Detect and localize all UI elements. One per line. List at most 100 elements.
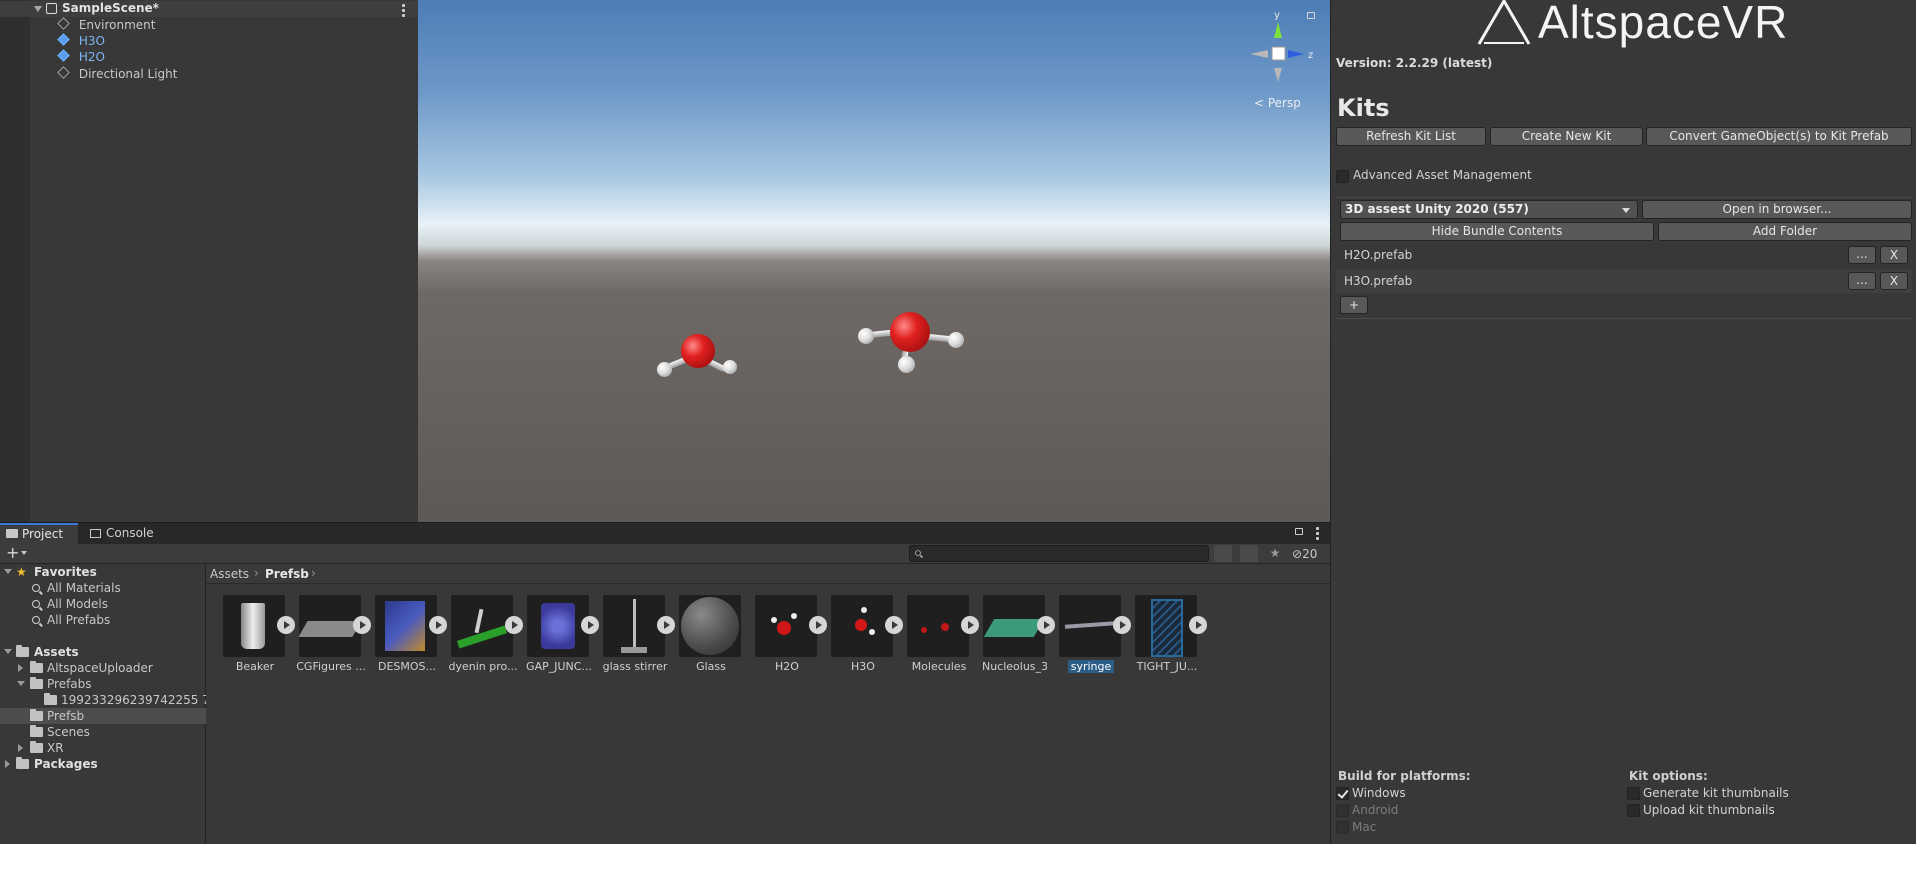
expand-play-icon[interactable]	[961, 616, 979, 634]
tree-label: All Materials	[47, 581, 121, 595]
tree-altspaceuploader[interactable]: AltspaceUploader	[0, 660, 206, 676]
fold-right-icon[interactable]	[18, 744, 23, 752]
more-vertical-icon[interactable]	[1316, 527, 1319, 542]
expand-play-icon[interactable]	[277, 616, 295, 634]
add-folder-button[interactable]: Add Folder	[1658, 222, 1912, 241]
star-icon: ★	[16, 565, 27, 579]
upload-thumbnails-label: Upload kit thumbnails	[1643, 803, 1775, 817]
expand-play-icon[interactable]	[1037, 616, 1055, 634]
windows-checkbox[interactable]	[1336, 787, 1349, 800]
lock-icon[interactable]	[1307, 12, 1315, 19]
advanced-asset-management-checkbox[interactable]	[1336, 170, 1349, 183]
tab-label: Project	[22, 527, 64, 541]
tree-scenes[interactable]: Scenes	[0, 724, 206, 740]
fold-right-icon[interactable]	[18, 664, 23, 672]
breadcrumb-prefsb[interactable]: Prefsb	[265, 567, 309, 581]
prefab-remove-button[interactable]: X	[1880, 272, 1908, 290]
folder-icon	[30, 725, 43, 737]
tree-numbered-folder[interactable]: 199233296239742255 7_3	[0, 692, 206, 708]
tree-all-prefabs[interactable]: All Prefabs	[0, 612, 206, 628]
breadcrumb-assets[interactable]: Assets	[210, 567, 249, 581]
projection-toggle[interactable]: < Persp	[1254, 96, 1301, 110]
tree-all-materials[interactable]: All Materials	[0, 580, 206, 596]
asset-label: CGFigures ...	[296, 660, 366, 673]
project-search-input[interactable]	[909, 545, 1209, 562]
asset-thumbnail	[603, 595, 665, 657]
generate-thumbnails-checkbox[interactable]	[1627, 787, 1640, 800]
expand-play-icon[interactable]	[505, 616, 523, 634]
expand-play-icon[interactable]	[885, 616, 903, 634]
h3o-molecule[interactable]	[858, 310, 978, 380]
search-by-type-icon[interactable]	[1214, 545, 1232, 562]
hierarchy-item-label: H2O	[78, 50, 105, 64]
oxygen-atom	[681, 334, 715, 368]
fold-down-icon[interactable]	[34, 6, 42, 12]
tree-prefabs[interactable]: Prefabs	[0, 676, 206, 692]
tree-assets[interactable]: Assets	[0, 644, 206, 660]
create-new-kit-button[interactable]: Create New Kit	[1490, 127, 1643, 146]
scene-view[interactable]	[418, 0, 1330, 522]
hide-bundle-contents-button[interactable]: Hide Bundle Contents	[1340, 222, 1654, 241]
tree-xr[interactable]: XR	[0, 740, 206, 756]
prefab-row: H3O.prefab ... X	[1336, 269, 1912, 293]
chevron-down-icon[interactable]	[21, 551, 27, 555]
expand-play-icon[interactable]	[1189, 616, 1207, 634]
prefab-options-button[interactable]: ...	[1848, 272, 1876, 290]
more-vertical-icon[interactable]	[402, 4, 405, 19]
fold-down-icon[interactable]	[4, 569, 12, 574]
generate-thumbnails-label: Generate kit thumbnails	[1643, 786, 1789, 800]
hydrogen-atom	[657, 362, 672, 377]
advanced-asset-management-label: Advanced Asset Management	[1353, 168, 1532, 182]
hierarchy-item-environment[interactable]: Environment	[57, 17, 156, 33]
expand-play-icon[interactable]	[429, 616, 447, 634]
scene-header-row[interactable]: SampleScene*	[0, 1, 418, 17]
hydrogen-atom	[898, 356, 915, 373]
asset-thumbnail	[451, 595, 513, 657]
tree-all-models[interactable]: All Models	[0, 596, 206, 612]
fold-right-icon[interactable]	[5, 760, 10, 768]
breadcrumb: Assets › Prefsb ›	[206, 564, 1330, 584]
hierarchy-item-h3o[interactable]: H3O	[57, 33, 105, 49]
tree-prefsb[interactable]: Prefsb	[0, 708, 206, 724]
expand-play-icon[interactable]	[353, 616, 371, 634]
tree-packages[interactable]: Packages	[0, 756, 206, 772]
hierarchy-gutter	[0, 0, 30, 522]
folder-icon	[16, 757, 29, 769]
kit-select-dropdown[interactable]: 3D assest Unity 2020 (557)	[1340, 200, 1638, 219]
expand-play-icon[interactable]	[809, 616, 827, 634]
tree-label: All Models	[47, 597, 108, 611]
fold-down-icon[interactable]	[4, 649, 12, 654]
fold-down-icon[interactable]	[17, 681, 25, 686]
tab-project[interactable]: Project	[0, 523, 78, 544]
prefab-remove-button[interactable]: X	[1880, 246, 1908, 264]
favorite-star-icon[interactable]: ★	[1266, 545, 1284, 562]
android-checkbox[interactable]	[1336, 804, 1349, 817]
tree-favorites[interactable]: ★ Favorites	[0, 564, 206, 580]
convert-to-kit-prefab-button[interactable]: Convert GameObject(s) to Kit Prefab	[1646, 127, 1912, 146]
refresh-kit-list-button[interactable]: Refresh Kit List	[1336, 127, 1486, 146]
add-prefab-button[interactable]: +	[1340, 296, 1368, 314]
tree-label: Prefabs	[47, 677, 92, 691]
upload-thumbnails-checkbox[interactable]	[1627, 804, 1640, 817]
hierarchy-item-label: Environment	[78, 18, 156, 32]
dropdown-arrow-icon	[1622, 208, 1630, 213]
scene-orientation-gizmo[interactable]: y z	[1248, 10, 1320, 100]
open-in-browser-button[interactable]: Open in browser...	[1642, 200, 1912, 219]
lock-icon[interactable]	[1295, 528, 1303, 535]
hidden-packages-toggle[interactable]: ⊘20	[1292, 546, 1317, 562]
expand-play-icon[interactable]	[1113, 616, 1131, 634]
project-tab-bar	[0, 523, 1330, 544]
kits-title: Kits	[1337, 94, 1390, 122]
mac-checkbox[interactable]	[1336, 821, 1349, 834]
tab-console[interactable]: Console	[84, 523, 186, 544]
search-by-label-icon[interactable]	[1240, 545, 1258, 562]
oxygen-atom	[890, 312, 930, 352]
tree-label: Prefsb	[47, 709, 85, 723]
expand-play-icon[interactable]	[581, 616, 599, 634]
h2o-molecule[interactable]	[653, 330, 753, 380]
hierarchy-item-directional-light[interactable]: Directional Light	[57, 66, 178, 82]
create-plus-icon[interactable]: +	[6, 545, 19, 561]
prefab-options-button[interactable]: ...	[1848, 246, 1876, 264]
expand-play-icon[interactable]	[657, 616, 675, 634]
hierarchy-item-h2o[interactable]: H2O	[57, 49, 105, 65]
